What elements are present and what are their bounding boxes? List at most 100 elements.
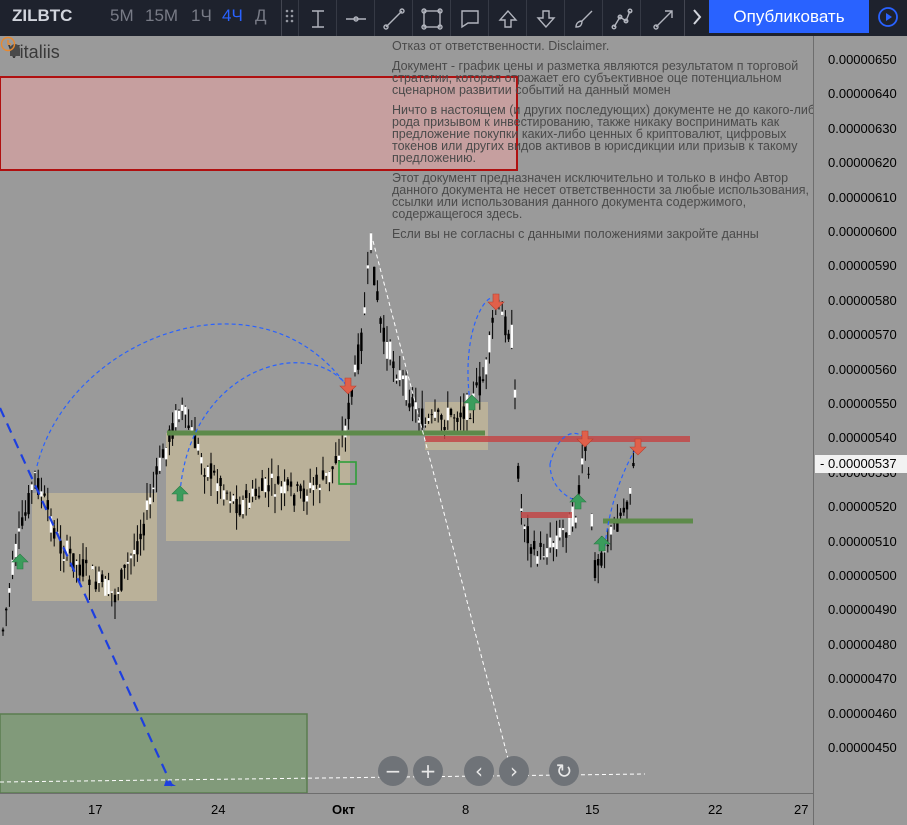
symbol-name[interactable]: ZILBTC bbox=[12, 6, 72, 26]
interval-15m[interactable]: 15M bbox=[145, 6, 178, 26]
candle-body bbox=[133, 549, 136, 555]
candle-body bbox=[513, 389, 517, 398]
candle-body bbox=[161, 449, 165, 458]
disclaimer-text[interactable]: Отказ от ответственности. Disclaimer. До… bbox=[392, 40, 813, 248]
price-tick-label: 0.00000560 bbox=[828, 361, 897, 377]
candle-body bbox=[14, 543, 17, 558]
candle-body bbox=[139, 533, 142, 540]
candle-body bbox=[59, 540, 62, 554]
target-line[interactable] bbox=[372, 240, 511, 767]
candle-body bbox=[21, 517, 24, 526]
path-icon[interactable] bbox=[602, 0, 640, 37]
time-tick-label: 22 bbox=[708, 802, 723, 817]
candle-body bbox=[158, 457, 161, 471]
candle-body bbox=[273, 494, 277, 497]
candle-body bbox=[379, 318, 382, 324]
candle-body bbox=[449, 408, 453, 416]
interval-5m[interactable]: 5M bbox=[110, 6, 134, 26]
candle-body bbox=[424, 424, 427, 426]
trend-line-icon[interactable] bbox=[374, 0, 412, 37]
candle-body bbox=[286, 479, 289, 486]
reset-chart-button[interactable]: ↻ bbox=[549, 756, 579, 786]
plot-pane[interactable]: Vitaliis Отказ от ответственности. Discl… bbox=[0, 36, 813, 793]
candle-body bbox=[309, 482, 312, 489]
candle-body bbox=[152, 487, 155, 490]
candle-body bbox=[501, 311, 504, 315]
candle-body bbox=[533, 540, 536, 550]
candle-body bbox=[270, 473, 273, 478]
replay-button[interactable] bbox=[869, 0, 907, 33]
candle-body bbox=[27, 493, 30, 515]
candle-body bbox=[305, 495, 309, 502]
candle-body bbox=[78, 564, 81, 576]
callout-icon[interactable] bbox=[450, 0, 488, 37]
scroll-right-button[interactable]: › bbox=[499, 756, 529, 786]
arrow-line-icon[interactable] bbox=[640, 0, 686, 37]
candle-body bbox=[197, 443, 200, 451]
candle-body bbox=[456, 417, 459, 422]
candle-body bbox=[261, 478, 264, 491]
price-tick-label: 0.00000620 bbox=[828, 155, 897, 171]
zoom-in-button[interactable]: + bbox=[413, 756, 443, 786]
candle-body bbox=[165, 447, 168, 460]
candle-body bbox=[603, 551, 606, 553]
candle-body bbox=[123, 564, 126, 568]
drawing-toolbar bbox=[281, 0, 685, 38]
candle-body bbox=[574, 517, 577, 523]
candle-body bbox=[366, 265, 369, 269]
candle-body bbox=[542, 556, 545, 558]
interval-1h[interactable]: 1Ч bbox=[191, 6, 212, 26]
candle-body bbox=[405, 375, 408, 401]
price-axis[interactable]: 0.00000650 0.00000640 0.00000630 0.00000620… bbox=[813, 36, 907, 825]
candle-body bbox=[88, 579, 91, 586]
candle-body bbox=[5, 608, 8, 611]
candle-body bbox=[43, 493, 46, 496]
candle-body bbox=[539, 542, 542, 547]
candle-body bbox=[110, 591, 113, 593]
time-axis[interactable]: 17 24 Окт 8 15 22 27 bbox=[0, 793, 813, 825]
horizontal-line-icon[interactable] bbox=[336, 0, 374, 37]
publish-button[interactable]: Опубликовать bbox=[709, 0, 869, 33]
candle-body bbox=[254, 488, 257, 497]
arrow-up-icon[interactable] bbox=[488, 0, 526, 37]
brush-icon[interactable] bbox=[564, 0, 602, 37]
projection-arc-3[interactable] bbox=[467, 297, 497, 403]
interval-day[interactable]: Д bbox=[255, 6, 267, 26]
interval-4h[interactable]: 4Ч bbox=[222, 6, 243, 26]
candle-body bbox=[33, 472, 37, 474]
candle-body bbox=[136, 541, 139, 555]
candle-body bbox=[40, 491, 43, 497]
candle-body bbox=[453, 417, 456, 419]
arrow-down-icon[interactable] bbox=[526, 0, 564, 37]
support-zone[interactable] bbox=[0, 713, 308, 793]
candle-body bbox=[251, 488, 254, 497]
candle-body bbox=[433, 411, 437, 418]
candle-body bbox=[510, 324, 513, 348]
candle-body bbox=[347, 402, 350, 420]
candle-body bbox=[389, 341, 392, 360]
time-tick-label: 15 bbox=[585, 802, 600, 817]
price-tick-label: 0.00000580 bbox=[828, 292, 897, 308]
clock-icon[interactable] bbox=[0, 36, 16, 52]
price-tick-label: 0.00000470 bbox=[828, 671, 897, 687]
candle-body bbox=[561, 528, 565, 531]
candle-body bbox=[289, 481, 293, 487]
scroll-left-button[interactable]: ‹ bbox=[464, 756, 494, 786]
zoom-out-button[interactable]: − bbox=[378, 756, 408, 786]
text-cursor-icon[interactable] bbox=[298, 0, 336, 37]
candle-body bbox=[280, 486, 283, 494]
candle-body bbox=[411, 397, 414, 407]
rectangle-icon[interactable] bbox=[412, 0, 450, 37]
accumulation-zone-2[interactable] bbox=[166, 433, 350, 541]
chart-area[interactable]: Vitaliis Отказ от ответственности. Discl… bbox=[0, 36, 907, 825]
candle-body bbox=[155, 466, 158, 475]
disclaimer-line: Ничто в настоящем (и других последующих)… bbox=[392, 103, 813, 165]
candle-body bbox=[437, 409, 440, 412]
candle-body bbox=[337, 455, 341, 460]
candle-body bbox=[558, 527, 561, 538]
candle-body bbox=[334, 456, 337, 464]
drag-handle-icon[interactable] bbox=[285, 8, 295, 28]
more-tools-chevron-icon[interactable] bbox=[685, 0, 709, 33]
accumulation-zone-3[interactable] bbox=[425, 402, 488, 450]
candle-body bbox=[593, 560, 597, 578]
